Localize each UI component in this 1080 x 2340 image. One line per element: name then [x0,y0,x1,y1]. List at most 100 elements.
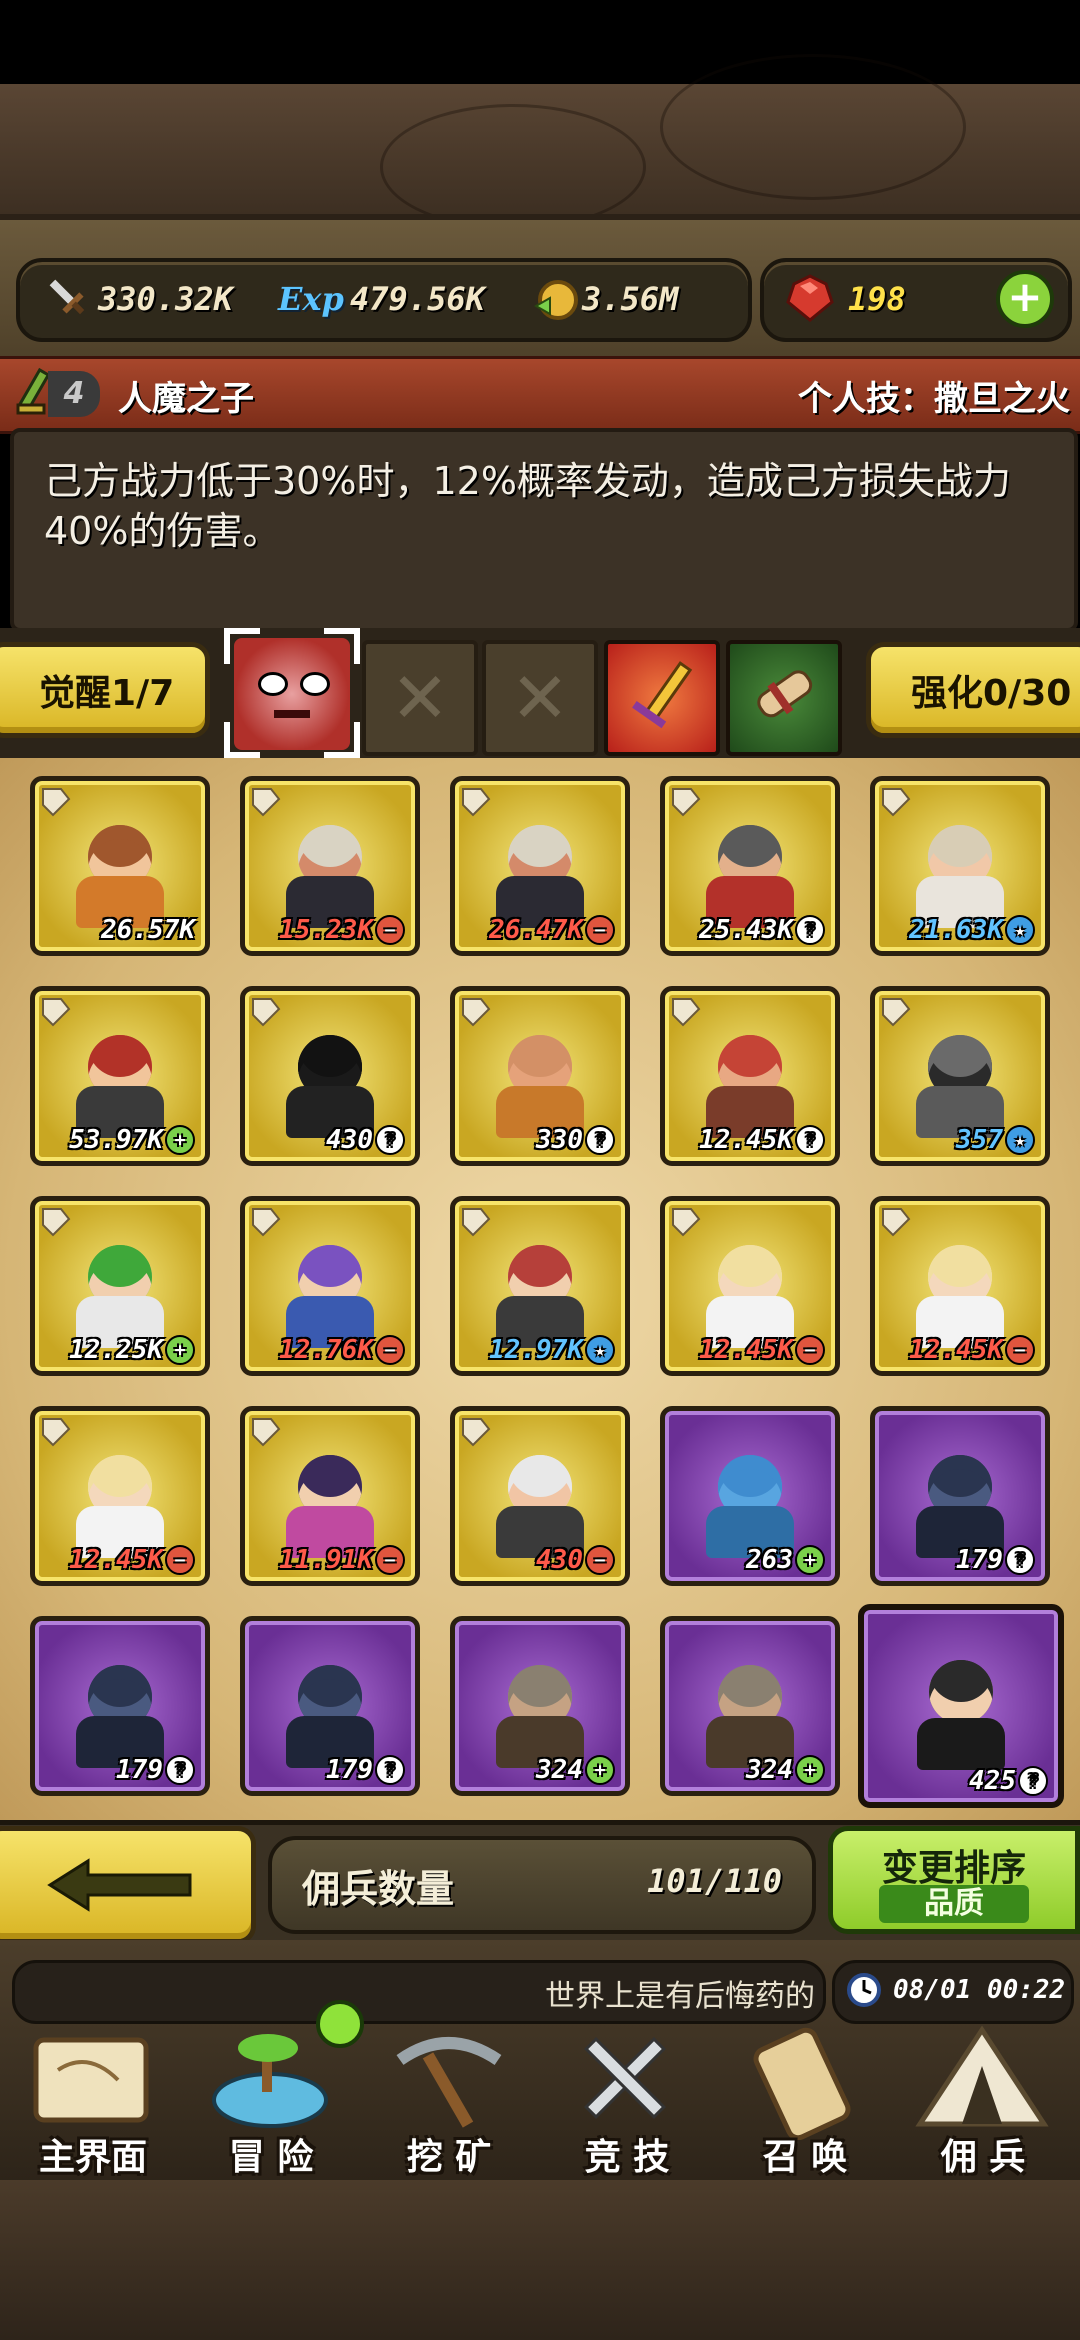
mercenary-trait-star-icon: ★ [1005,1125,1035,1155]
resource-bar: 330.32K Exp 479.56K 3.56M 198 + [0,214,1080,366]
flame-sword-icon[interactable] [604,640,720,756]
mercenary-trait-star-icon: ★ [1005,915,1035,945]
scroll-bundle-icon[interactable] [726,640,842,756]
empty-slot-x-icon[interactable]: ✕ [482,640,598,756]
mercenary-power-value: 330 [536,1125,583,1155]
nav-crossed-swords[interactable]: 竞 技 [542,2020,712,2180]
nav-map-scroll[interactable]: 主界面 [8,2020,178,2180]
mercenary-power: 425? [969,1766,1048,1796]
mercenary-power: 12.45K − [69,1545,195,1575]
mercenary-card[interactable]: 330? [450,986,630,1166]
mercenary-power-value: 26.57K [101,915,195,945]
mercenary-portrait [929,1659,993,1724]
change-sort-button[interactable]: 变更排序 品质 [828,1826,1080,1934]
exp-icon-text: Exp [278,280,344,318]
mercenary-power-value: 11.91K [279,1545,373,1575]
world-map-strip [0,54,1080,230]
mercenary-power: 357 ★ [956,1125,1035,1155]
mercenary-power-value: 324 [746,1755,793,1785]
equipment-tag-icon [249,1205,283,1239]
mercenary-card[interactable]: 12.45K − [870,1196,1050,1376]
mercenary-card[interactable]: 25.43K? [660,776,840,956]
enhance-button[interactable]: 强化0/30 [866,642,1080,738]
mercenary-power-value: 430 [536,1545,583,1575]
mercenary-power-value: 179 [956,1545,1003,1575]
mercenary-power: 12.45K − [909,1335,1035,1365]
mercenary-card[interactable]: 26.57K [30,776,210,956]
equipment-tag-icon [39,1205,73,1239]
equipment-tag-icon [39,1415,73,1449]
equipped-emblem-slot[interactable] [224,628,360,758]
change-sort-label: 变更排序 [881,1848,1026,1889]
mercenary-card[interactable]: 430? [240,986,420,1166]
skill-level-badge: 4 [48,371,100,417]
mercenary-power: 26.57K [101,915,195,945]
mercenary-card[interactable]: 12.45K? [660,986,840,1166]
mercenary-card[interactable]: 357 ★ [870,986,1050,1166]
mercenary-card[interactable]: 324 + [660,1616,840,1796]
mercenary-power: 21.63K ★ [909,915,1035,945]
mercenary-card[interactable]: 12.76K − [240,1196,420,1376]
mercenary-trait-plus-icon: + [165,1125,195,1155]
nav-tent[interactable]: 佣 兵 [898,2020,1068,2180]
crossed-swords-icon [552,2020,702,2140]
mercenary-card[interactable]: 179? [240,1616,420,1796]
mercenary-power-value: 15.23K [279,915,373,945]
equipment-tag-icon [39,785,73,819]
mercenary-power-value: 12.45K [699,1335,793,1365]
announcement-marquee: 世界上是有后悔药的 [12,1960,826,2024]
mercenary-power-value: 430 [326,1125,373,1155]
mercenary-power-value: 12.45K [909,1335,1003,1365]
mercenary-card[interactable]: 53.97K + [30,986,210,1166]
empty-slot-x-icon[interactable]: ✕ [362,640,478,756]
sort-mode-label: 品质 [879,1885,1029,1923]
map-scroll-icon [18,2020,168,2140]
mercenary-power-value: 53.97K [69,1125,163,1155]
back-button[interactable] [0,1826,256,1944]
mercenary-power-value: 12.25K [69,1335,163,1365]
nav-pickaxe[interactable]: 挖 矿 [364,2020,534,2180]
mercenary-power-value: 324 [536,1755,583,1785]
mercenary-card[interactable]: 12.45K − [30,1406,210,1586]
mercenary-card[interactable]: 11.91K − [240,1406,420,1586]
mercenary-power: 12.45K − [699,1335,825,1365]
mercenary-card[interactable]: 263 + [660,1406,840,1586]
nav-label: 竞 技 [584,2137,670,2178]
mercenary-power: 12.45K? [699,1125,825,1155]
nav-island[interactable]: 冒 险 [186,2000,364,2180]
equipment-tag-icon [249,995,283,1029]
mercenary-card[interactable]: 430− [450,1406,630,1586]
clock-icon [847,1973,881,2007]
mercenary-card[interactable]: 15.23K − [240,776,420,956]
mercenary-power: 12.97K ★ [489,1335,615,1365]
mercenary-card[interactable]: 179? [30,1616,210,1796]
skill-description-box: 己方战力低于30%时，12%概率发动，造成己方损失战力40%的伤害。 [10,428,1078,632]
mercenary-trait-plus-icon: + [165,1335,195,1365]
awaken-button[interactable]: 觉醒1/7 [0,642,210,738]
mercenary-trait-minus-icon: − [795,1335,825,1365]
gold-value: 3.56M [582,280,679,318]
mercenary-trait-q-icon: ? [1005,1545,1035,1575]
equipment-tag-icon [879,1205,913,1239]
mercenary-card[interactable]: 12.25K + [30,1196,210,1376]
mercenary-power: 324 + [746,1755,825,1785]
nav-summon-scroll[interactable]: 召 唤 [720,2020,890,2180]
mercenary-power: 11.91K − [279,1545,405,1575]
mercenary-trait-q-icon: ? [795,915,825,945]
equipment-tag-icon [669,995,703,1029]
mercenary-card[interactable]: 21.63K ★ [870,776,1050,956]
mercenary-trait-star-icon: ★ [585,1335,615,1365]
equipment-tag-icon [459,785,493,819]
add-gems-button[interactable]: + [996,270,1054,328]
mercenary-card[interactable]: 12.97K ★ [450,1196,630,1376]
mercenary-card[interactable]: 26.47K − [450,776,630,956]
mercenary-power: 53.97K + [69,1125,195,1155]
mercenary-count-panel: 佣兵数量 101/110 [268,1836,816,1934]
mercenary-trait-minus-icon: − [585,1545,615,1575]
mercenary-card[interactable]: 425? [858,1604,1064,1808]
equipment-tag-icon [39,995,73,1029]
mercenary-card[interactable]: 12.45K − [660,1196,840,1376]
mercenary-card[interactable]: 179? [870,1406,1050,1586]
equipment-tag-icon [669,785,703,819]
mercenary-card[interactable]: 324 + [450,1616,630,1796]
